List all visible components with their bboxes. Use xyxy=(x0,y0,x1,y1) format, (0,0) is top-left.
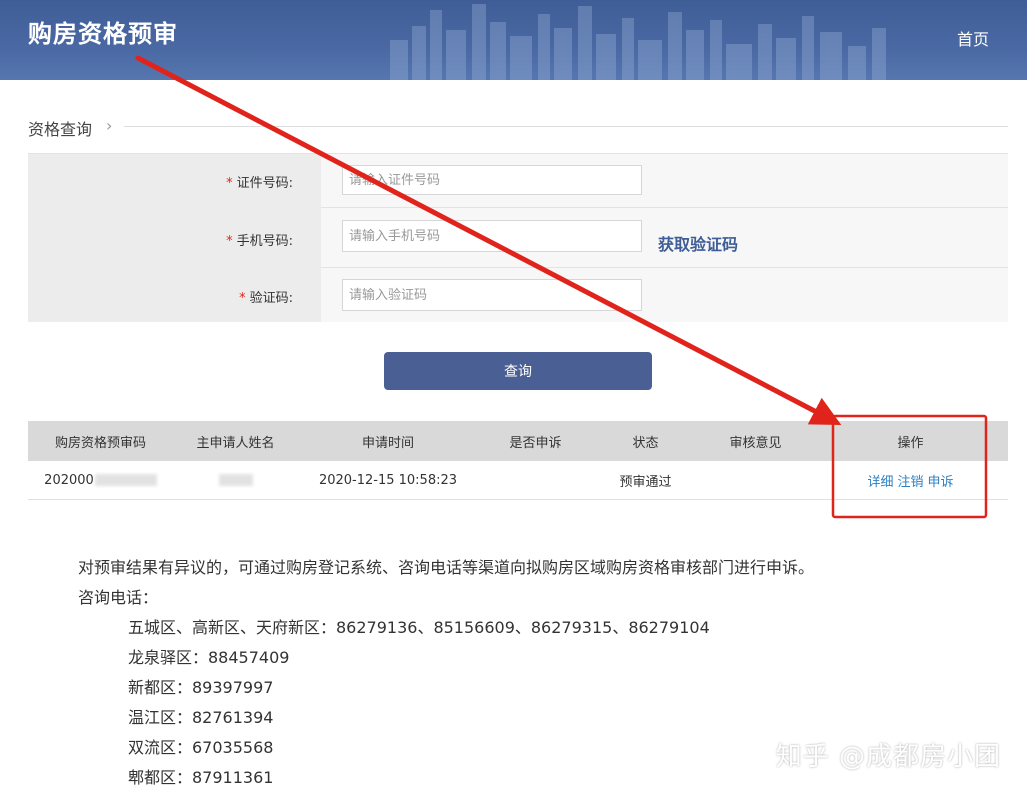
appeal-notice: 对预审结果有异议的，可通过购房登记系统、咨询电话等渠道向拟购房区域购房资格审核部… xyxy=(78,558,815,577)
phone-input[interactable] xyxy=(342,220,642,252)
phone-line: 五城区、高新区、天府新区：86279136、85156609、86279315、… xyxy=(128,618,710,637)
col-header-time: 申请时间 xyxy=(361,435,414,451)
id-number-input[interactable] xyxy=(342,165,642,195)
col-header-opinion: 审核意见 xyxy=(729,435,782,451)
code-label-text: 验证码: xyxy=(249,291,293,306)
cell-appeal xyxy=(478,461,593,499)
phone-line: 龙泉驿区：88457409 xyxy=(128,648,290,667)
form-row-id: * 证件号码: xyxy=(28,154,1008,208)
phone-label-text: 手机号码: xyxy=(236,234,293,249)
cell-time: 2020-12-15 10:58:23 xyxy=(318,472,458,488)
get-code-button[interactable]: 获取验证码 xyxy=(658,231,738,255)
cell-opinion xyxy=(698,461,813,499)
required-mark: * xyxy=(239,291,246,306)
cancel-link[interactable]: 注销 xyxy=(897,471,923,490)
table-header: 购房资格预审码 主申请人姓名 申请时间 是否申诉 状态 审核意见 操作 xyxy=(28,421,1008,461)
phone-line: 温江区：82761394 xyxy=(128,708,274,727)
code-input[interactable] xyxy=(342,279,642,311)
code-prefix: 202000 xyxy=(44,472,94,488)
phone-line: 双流区：67035568 xyxy=(128,738,274,757)
col-header-appeal: 是否申诉 xyxy=(509,435,562,451)
cell-status: 预审通过 xyxy=(619,474,672,490)
col-header-name: 主申请人姓名 xyxy=(196,435,275,451)
phone-line: 新都区：89397997 xyxy=(128,678,274,697)
redacted-block xyxy=(218,474,253,486)
query-form: *证件号码: *手机号码: 获取验证码 *验证码: xyxy=(28,153,1008,322)
city-skyline-decoration xyxy=(390,4,886,80)
redacted-block xyxy=(94,474,157,486)
col-header-actions: 操作 xyxy=(897,435,924,451)
form-label-cell: * 证件号码: xyxy=(28,154,321,207)
phone-title: 咨询电话： xyxy=(78,588,159,607)
watermark: 知乎 @成都房小团 xyxy=(775,742,1001,772)
detail-link[interactable]: 详细 xyxy=(867,471,893,490)
form-label-cell: * 验证码: xyxy=(28,267,321,322)
code-label: * 验证码: xyxy=(239,287,293,306)
form-row-phone: *手机号码: 获取验证码 xyxy=(28,207,1008,268)
phone-line: 郫都区：87911361 xyxy=(128,768,274,787)
col-header-code: 购房资格预审码 xyxy=(54,435,146,451)
site-title: 购房资格预审 xyxy=(28,20,178,48)
phone-label: * 手机号码: xyxy=(226,230,293,249)
form-row-code: * 验证码: xyxy=(28,267,1008,322)
cell-code: 202000 xyxy=(28,461,173,499)
appeal-link[interactable]: 申诉 xyxy=(928,471,954,490)
col-header-status: 状态 xyxy=(632,435,659,451)
required-mark: * xyxy=(226,176,233,191)
form-label-cell: * 手机号码: xyxy=(28,207,321,267)
cell-actions: 详细 注销 申诉 xyxy=(813,461,1008,499)
id-label: * 证件号码: xyxy=(226,172,293,191)
section-heading: 资格查询 › xyxy=(28,114,1008,140)
section-title: 资格查询 xyxy=(28,120,93,139)
page-header: 购房资格预审 首页 xyxy=(0,0,1027,80)
info-block: 对预审结果有异议的，可通过购房登记系统、咨询电话等渠道向拟购房区域购房资格审核部… xyxy=(78,553,814,793)
section-divider xyxy=(124,126,1008,127)
home-link[interactable]: 首页 xyxy=(957,26,989,50)
id-label-text: 证件号码: xyxy=(236,176,293,191)
required-mark: * xyxy=(226,234,233,249)
cell-name xyxy=(173,461,298,499)
table-row: 202000 2020-12-15 10:58:23 预审通过 详细 注销 申诉 xyxy=(28,461,1008,500)
query-button[interactable]: 查询 xyxy=(384,352,652,390)
chevron-right-icon: › xyxy=(106,116,113,135)
